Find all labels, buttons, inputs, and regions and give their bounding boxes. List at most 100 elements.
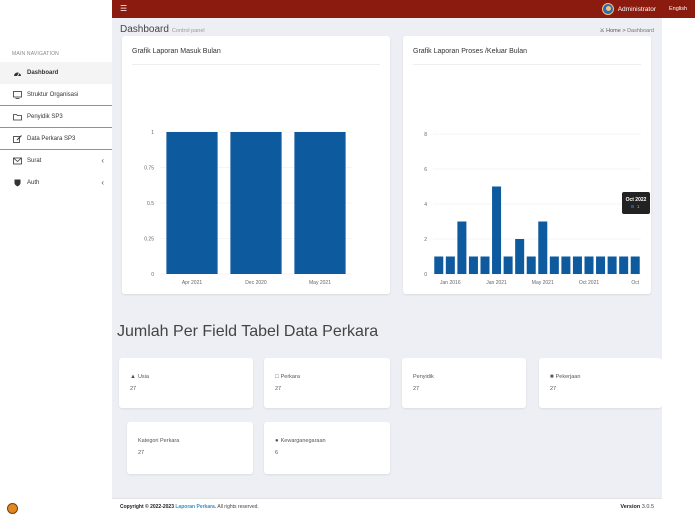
chart-tooltip (622, 192, 650, 214)
x-tick-label: Oct 2021 (579, 280, 600, 286)
briefcase-icon: ■ (550, 374, 554, 380)
stat-label: Penyidik (413, 374, 434, 380)
chart-bar (503, 256, 513, 274)
edit-icon (12, 134, 22, 143)
y-tick-label: 0.5 (147, 201, 154, 207)
chart-card-masuk: Grafik Laporan Masuk Bulan 0 0.25 0.5 0.75 1… (122, 36, 390, 294)
shield-icon (12, 178, 22, 187)
x-tick-label: Apr 2021 (182, 280, 203, 286)
envelope-icon (12, 156, 22, 165)
stat-label: Kewarganegaraan (280, 438, 326, 444)
sidebar-item-auth[interactable]: Auth ‹ (0, 172, 112, 194)
chart-bar (468, 256, 478, 274)
y-tick-label: 1 (151, 130, 154, 136)
avatar (601, 3, 614, 15)
hamburger-icon[interactable]: ☰ (120, 5, 127, 13)
page-subtitle: Control panel (171, 28, 205, 34)
breadcrumb: ⚔ Home > Dashboard (600, 28, 654, 34)
sidebar-item-data-perkara-sp3[interactable]: Data Perkara SP3 (0, 128, 112, 150)
user-menu[interactable]: Administrator (601, 3, 656, 15)
language-label: English (669, 6, 688, 12)
stat-label: Kategori Perkara (138, 438, 180, 444)
chart-proses-svg: 0 2 4 6 8 Jan 2016 Jan 2021 May 2021 Oct 2021 Oct… (424, 132, 650, 286)
stat-value: 27 (275, 386, 282, 392)
chart-bar (549, 256, 559, 274)
stat-value: 27 (413, 386, 420, 392)
stat-value: 27 (550, 386, 557, 392)
breadcrumb-separator: > (622, 28, 626, 34)
y-tick-label: 4 (424, 202, 427, 208)
x-tick-label: May 2021 (532, 280, 554, 286)
tooltip-swatch (631, 205, 634, 208)
stat-value: 27 (130, 386, 137, 392)
chart-bar (166, 132, 218, 274)
stat-card-penyidik: Penyidik 27 (402, 358, 526, 408)
sidebar-item-label: Surat (27, 157, 42, 164)
y-tick-label: 8 (424, 132, 427, 138)
section-title: Jumlah Per Field Tabel Data Perkara (117, 323, 379, 340)
sidebar-item-label: Penyidik SP3 (27, 113, 63, 120)
stat-value: 27 (138, 450, 145, 456)
page-title-text: Dashboard (120, 24, 169, 35)
sidebar-item-penyidik-sp3[interactable]: Penyidik SP3 (0, 106, 112, 128)
user-name: Administrator (617, 5, 656, 13)
page-title: Dashboard Control panel (120, 24, 205, 35)
chevron-left-icon: ‹ (101, 178, 104, 187)
chart-masuk-svg: 0 0.25 0.5 0.75 1 Apr 2021 Dec 2020 May 2021 (144, 130, 352, 286)
chart-bar (561, 256, 571, 274)
y-tick-label: 0 (151, 272, 154, 278)
language-menu[interactable]: English (662, 0, 695, 18)
chart-bar (294, 132, 346, 274)
user-icon: ▲ (130, 374, 136, 380)
sidebar-header: MAIN NAVIGATION (12, 51, 59, 57)
sidebar-item-label: Struktur Organisasi (27, 91, 79, 98)
x-tick-label: Oct (631, 280, 639, 286)
folder-icon: □ (275, 374, 279, 380)
chart-bar (538, 221, 548, 274)
page-scrollbar[interactable] (662, 18, 695, 515)
avatar (7, 503, 18, 514)
chart-bar (630, 256, 640, 274)
x-tick-label: Jan 2021 (486, 280, 507, 286)
x-tick-label: Jan 2016 (440, 280, 461, 286)
stat-card-usia: ▲ Usia 27 (119, 358, 253, 408)
app-page: ☰ Administrator English MAIN NAVIGATION … (0, 0, 695, 515)
dashboard-icon (12, 68, 22, 77)
chart-bar (607, 256, 617, 274)
chart-bar (584, 256, 594, 274)
footer-version: Version 3.0.5 (620, 504, 654, 510)
chart-bar (230, 132, 282, 274)
chart-bar (619, 256, 629, 274)
stat-card-kategori-perkara: Kategori Perkara 27 (127, 422, 253, 474)
tooltip-title: Oct 2022 (626, 197, 647, 203)
chart-bar (596, 256, 606, 274)
stat-label: Perkara (280, 374, 300, 380)
chart-bar (572, 256, 582, 274)
content-area: Dashboard Control panel ⚔ Home > Dashboar… (112, 18, 662, 498)
breadcrumb-home[interactable]: Home (606, 28, 621, 34)
globe-icon: ● (275, 438, 279, 444)
chart-bar (492, 186, 502, 274)
stat-card-perkara: □ Perkara 27 (264, 358, 390, 408)
sidebar-item-label: Data Perkara SP3 (27, 135, 76, 142)
home-icon: ⚔ (599, 28, 605, 34)
sidebar-item-surat[interactable]: Surat ‹ (0, 150, 112, 172)
y-tick-label: 2 (424, 237, 427, 243)
top-navbar: ☰ Administrator (112, 0, 662, 18)
monitor-icon (12, 90, 22, 99)
stat-card-pekerjaan: ■ Pekerjaan 27 (539, 358, 662, 408)
y-tick-label: 0.75 (144, 166, 154, 172)
chart-card-proses: Grafik Laporan Proses /Keluar Bulan 0246… (403, 36, 651, 294)
sidebar-item-struktur-organisasi[interactable]: Struktur Organisasi (0, 84, 112, 106)
footer-copyright: Copyright © 2022-2023 Laporan Perkara. A… (120, 504, 259, 510)
y-tick-label: 6 (424, 167, 427, 173)
footer-link[interactable]: Laporan Perkara. (175, 504, 216, 510)
stat-label: Pekerjaan (555, 374, 581, 380)
sidebar-item-dashboard[interactable]: Dashboard (0, 62, 112, 84)
breadcrumb-current: Dashboard (627, 28, 654, 34)
chart-bar (445, 256, 455, 274)
sidebar-item-label: Auth (27, 179, 40, 186)
chart-bar (515, 239, 525, 274)
stat-label: Usia (137, 374, 149, 380)
chart-bar (480, 256, 490, 274)
